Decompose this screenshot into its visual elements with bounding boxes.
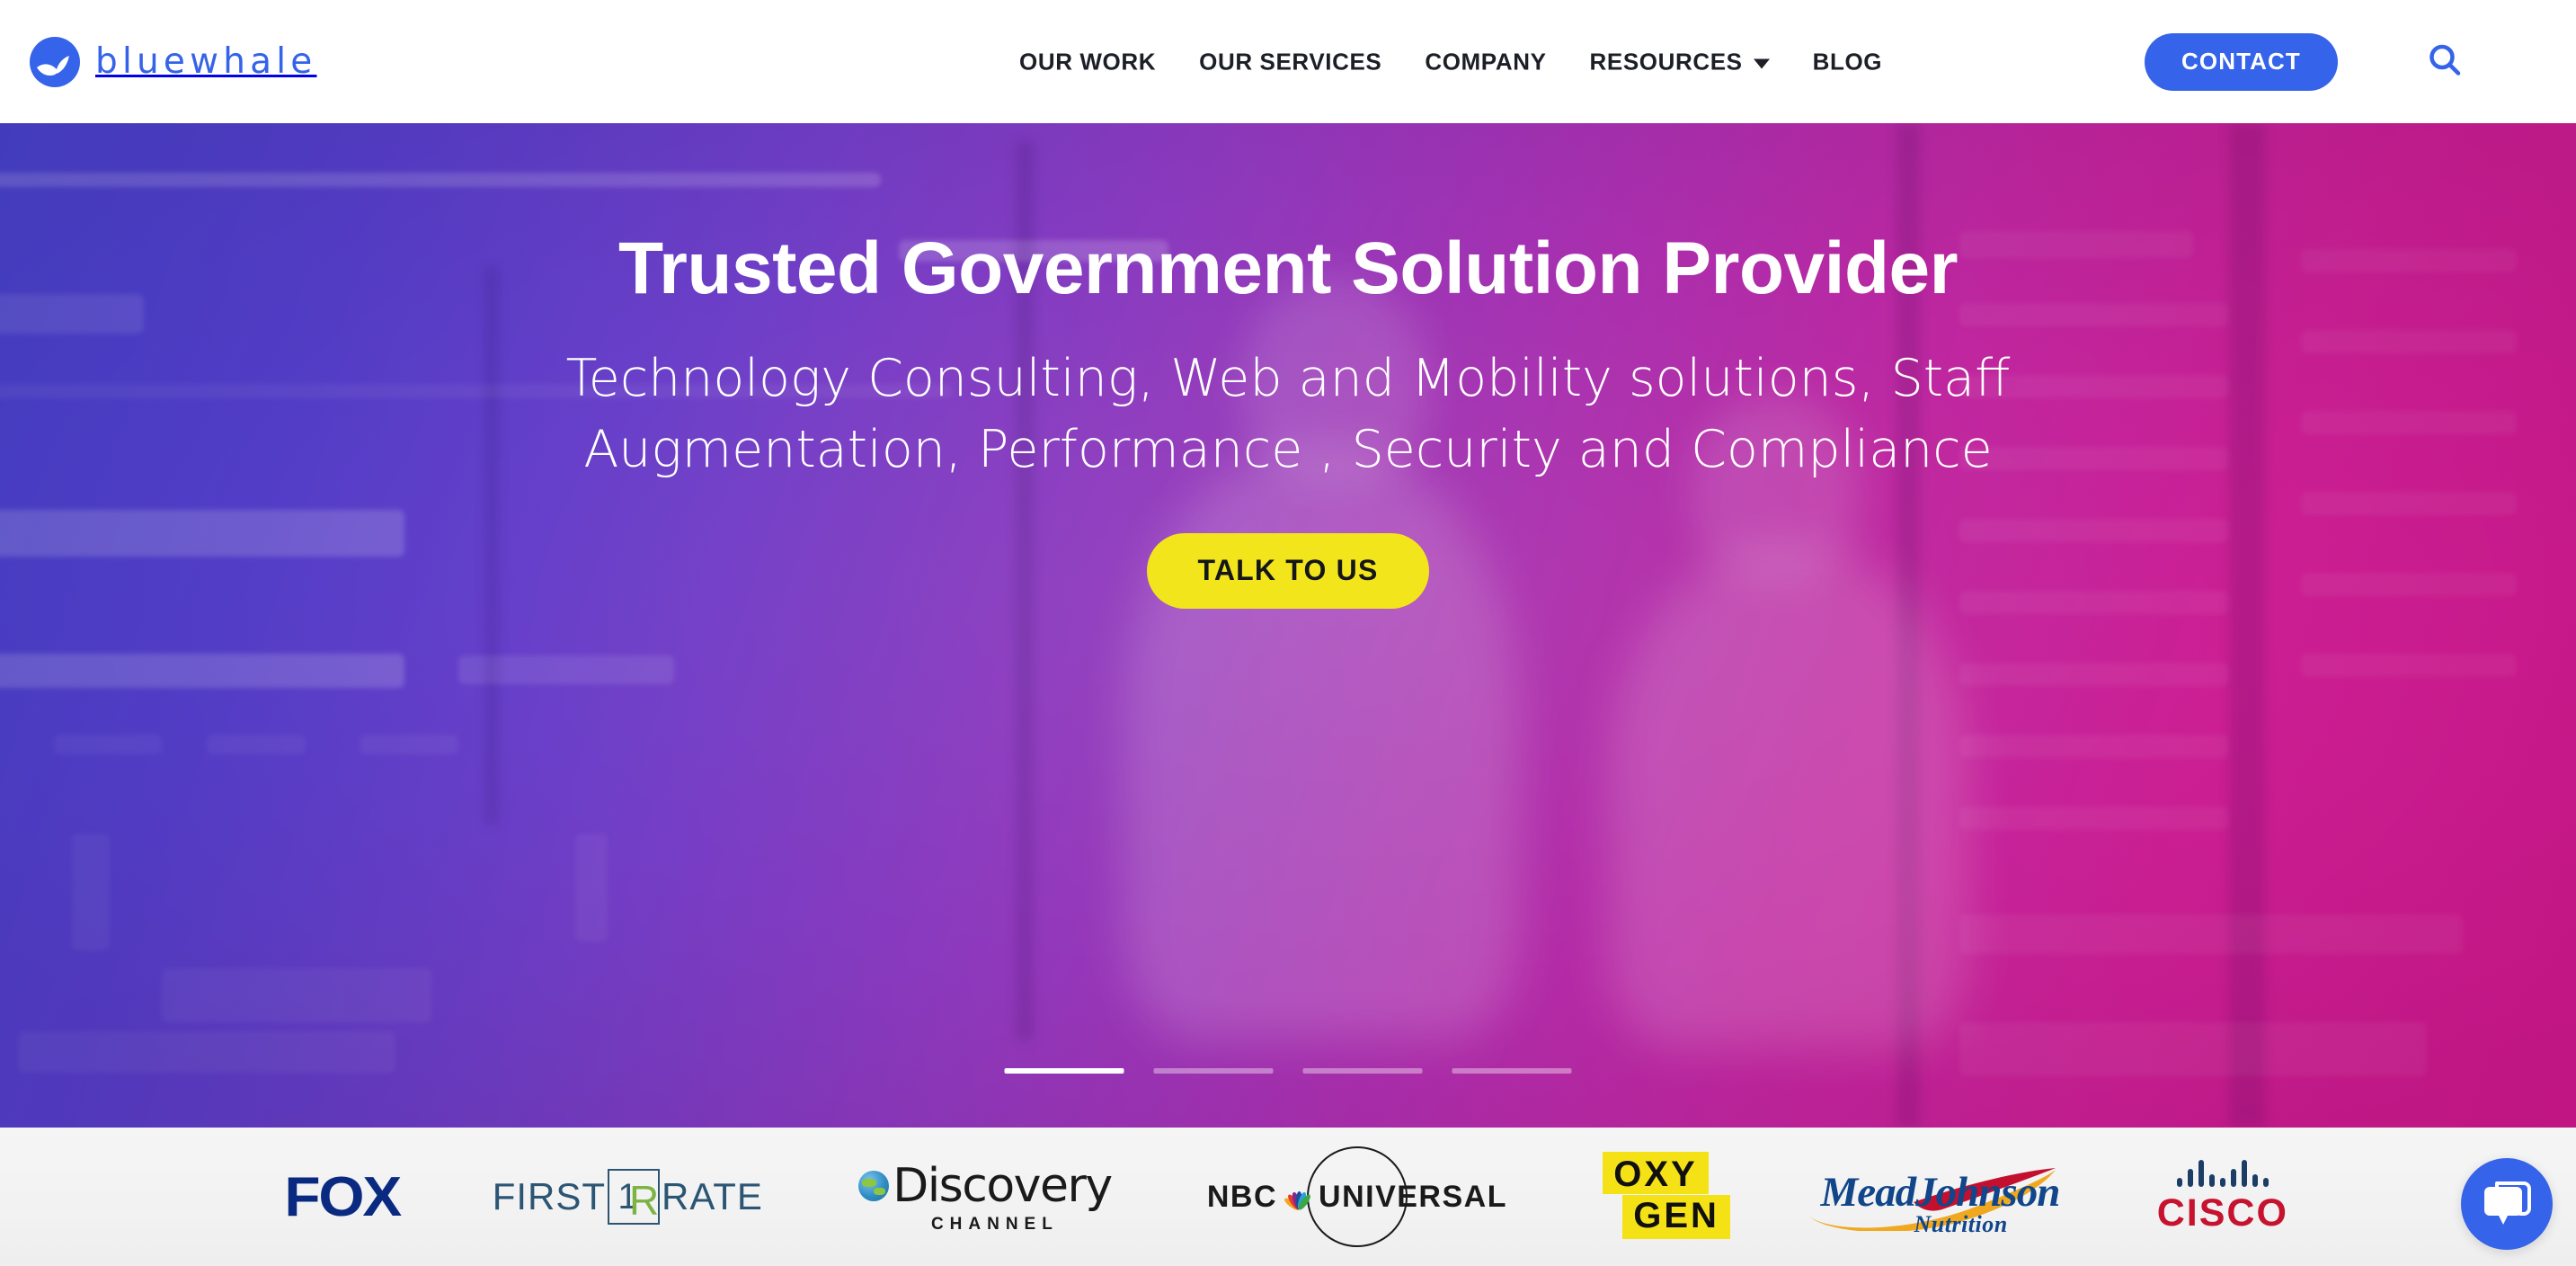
- globe-icon: [858, 1171, 890, 1201]
- nav-label: BLOG: [1812, 48, 1883, 75]
- client-logo-discovery-channel[interactable]: Discovery CHANNEL: [858, 1159, 1113, 1235]
- main-navigation: OUR WORK OUR SERVICES COMPANY RESOURCES …: [998, 48, 1904, 76]
- nav-label: RESOURCES: [1589, 48, 1743, 75]
- firstrate-word-rate: RATE: [662, 1175, 763, 1217]
- universal-wordmark: UNIVERSAL: [1319, 1179, 1507, 1214]
- whale-tail-icon: [30, 36, 80, 87]
- oxygen-line-2: GEN: [1633, 1196, 1719, 1235]
- oxygen-line-1: OXY: [1613, 1155, 1698, 1194]
- firstrate-monogram: 1 R: [608, 1169, 661, 1225]
- talk-to-us-button[interactable]: TALK TO US: [1147, 532, 1429, 609]
- hero-title: Trusted Government Solution Provider: [617, 227, 1959, 309]
- client-logo-first-rate[interactable]: FIRST 1 R RATE: [493, 1169, 763, 1225]
- discovery-subtitle: CHANNEL: [930, 1215, 1059, 1234]
- client-logo-cisco[interactable]: CISCO: [2157, 1158, 2288, 1235]
- client-logo-oxygen[interactable]: OXY GEN: [1603, 1148, 1730, 1245]
- nav-item-our-work[interactable]: OUR WORK: [998, 48, 1177, 76]
- client-logo-mead-johnson[interactable]: MeadJohnson Nutrition: [1809, 1148, 2061, 1245]
- carousel-indicator-2[interactable]: [1153, 1068, 1274, 1074]
- nav-item-company[interactable]: COMPANY: [1403, 48, 1568, 76]
- page-root: bluewhale OUR WORK OUR SERVICES COMPANY …: [0, 0, 2576, 1266]
- fox-wordmark: FOX: [284, 1165, 402, 1228]
- carousel-indicators: [1004, 1068, 1572, 1074]
- nbc-wordmark: NBC: [1206, 1179, 1278, 1214]
- nav-label: OUR WORK: [1019, 48, 1157, 75]
- carousel-indicator-3[interactable]: [1302, 1068, 1423, 1074]
- logo-wordmark: bluewhale: [95, 41, 317, 82]
- client-logo-strip: FOX FIRST 1 R RATE Discovery CHANNEL NBC…: [0, 1128, 2576, 1266]
- carousel-indicator-1[interactable]: [1004, 1068, 1124, 1074]
- hero-subtitle: Technology Consulting, Web and Mobility …: [565, 349, 2011, 479]
- firstrate-word-first: FIRST: [492, 1175, 607, 1217]
- site-logo[interactable]: bluewhale: [30, 36, 317, 87]
- hero-carousel-slide: Trusted Government Solution Provider Tec…: [0, 123, 2576, 1128]
- cisco-bars-icon: [2176, 1158, 2269, 1187]
- mead-johnson-subtitle: Nutrition: [1914, 1211, 2008, 1237]
- cisco-wordmark: CISCO: [2156, 1191, 2288, 1235]
- contact-button[interactable]: CONTACT: [2145, 32, 2338, 91]
- nav-item-our-services[interactable]: OUR SERVICES: [1177, 48, 1403, 76]
- firstrate-mark-r: R: [629, 1177, 661, 1224]
- chevron-down-icon: [1753, 58, 1770, 68]
- hero-content: Trusted Government Solution Provider Tec…: [0, 123, 2576, 1128]
- search-icon[interactable]: [2427, 41, 2463, 82]
- nav-item-resources[interactable]: RESOURCES: [1568, 48, 1791, 76]
- carousel-indicator-4[interactable]: [1452, 1068, 1572, 1074]
- discovery-wordmark: Discovery: [893, 1159, 1113, 1213]
- site-header: bluewhale OUR WORK OUR SERVICES COMPANY …: [0, 0, 2576, 123]
- chat-bubble-icon: [2484, 1181, 2531, 1225]
- mead-johnson-wordmark: MeadJohnson: [1820, 1169, 2060, 1216]
- chat-widget-button[interactable]: [2461, 1158, 2553, 1250]
- client-logo-nbc-universal[interactable]: NBC UNIVERSAL: [1206, 1146, 1507, 1247]
- nav-item-blog[interactable]: BLOG: [1791, 48, 1905, 76]
- client-logo-fox[interactable]: FOX: [284, 1165, 402, 1229]
- nav-label: OUR SERVICES: [1199, 48, 1382, 75]
- peacock-icon: [1283, 1183, 1313, 1212]
- nav-label: COMPANY: [1425, 48, 1547, 75]
